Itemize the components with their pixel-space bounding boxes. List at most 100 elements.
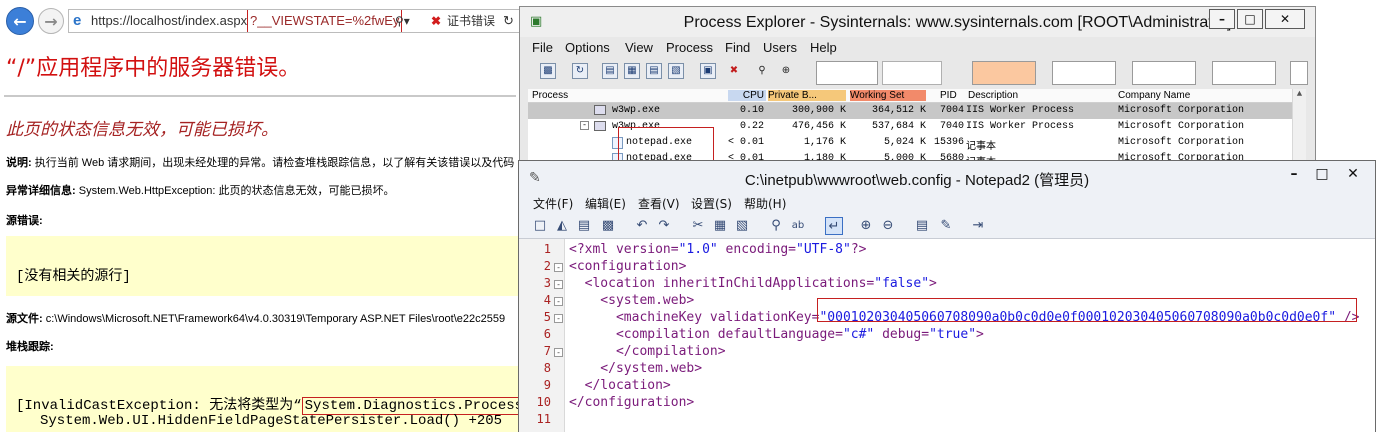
replace-icon[interactable]: ab — [789, 217, 807, 235]
menu-help[interactable]: 帮助(H) — [744, 195, 786, 212]
description-line: 说明: 执行当前 Web 请求期间，出现未经处理的异常。请检查堆栈跟踪信息，以了… — [6, 154, 514, 170]
collapse-icon[interactable]: - — [580, 121, 589, 130]
col-company[interactable]: Company Name — [1118, 90, 1190, 101]
process-working-set: 364,512 K — [871, 105, 926, 116]
new-file-icon[interactable]: □ — [531, 217, 549, 235]
menu-view[interactable]: 查看(V) — [638, 195, 680, 212]
fold-toggle-icon[interactable]: - — [554, 297, 563, 306]
menu-edit[interactable]: 编辑(E) — [585, 195, 626, 212]
minimize-button[interactable]: – — [1209, 9, 1235, 29]
line-number: 4 — [543, 293, 551, 307]
io-graph[interactable] — [1052, 61, 1116, 85]
forward-button[interactable]: → — [38, 8, 64, 34]
scheme-icon[interactable]: ▤ — [913, 217, 931, 235]
cpu-graph[interactable] — [816, 61, 878, 85]
show-window-icon[interactable]: ▤ — [646, 63, 662, 79]
address-bar[interactable]: e https://localhost/index.aspx ?__VIEWST… — [68, 9, 520, 33]
kill-process-icon[interactable]: ✖ — [726, 63, 742, 79]
process-description: IIS Worker Process — [966, 121, 1075, 132]
menu-view[interactable]: View — [625, 40, 653, 55]
refresh-icon[interactable]: ↻ — [572, 63, 588, 79]
browse-icon[interactable]: ▤ — [575, 217, 593, 235]
physical-memory-graph[interactable] — [972, 61, 1036, 85]
toolbar: □ ◭ ▤ ▩ ↶ ↷ ✂ ▦ ▧ ⚲ ab ↵ ⊕ ⊖ ▤ ✎ ⇥ — [519, 213, 1375, 239]
divider — [4, 95, 516, 97]
redo-icon[interactable]: ↷ — [655, 217, 673, 235]
close-button[interactable]: ✕ — [1337, 165, 1369, 185]
network-graph[interactable] — [1132, 61, 1196, 85]
word-wrap-icon[interactable]: ↵ — [825, 217, 843, 235]
menu-find[interactable]: Find — [725, 40, 750, 55]
target-icon[interactable]: ⊕ — [778, 63, 794, 79]
cert-error-icon[interactable]: ✖ — [431, 10, 441, 32]
fold-toggle-icon[interactable]: - — [554, 348, 563, 357]
process-private-bytes: 300,900 K — [791, 105, 846, 116]
title-bar[interactable]: ✎ C:\inetpub\wwwroot\web.config - Notepa… — [519, 161, 1375, 193]
menu-file[interactable]: File — [532, 40, 553, 55]
cut-icon[interactable]: ✂ — [689, 217, 707, 235]
zoom-out-icon[interactable]: ⊖ — [879, 217, 897, 235]
code-editor[interactable]: 1 2-3-4-5-6 7-8 9 10 11 <?xml version="1.0" e… — [519, 239, 1375, 432]
maximize-button[interactable]: □ — [1237, 9, 1263, 29]
cert-error-label[interactable]: 证书错误 — [447, 10, 495, 32]
process-private-bytes: 476,456 K — [791, 121, 846, 132]
maximize-button[interactable]: □ — [1309, 165, 1335, 185]
open-folder-icon[interactable]: ◭ — [553, 217, 571, 235]
menu-options[interactable]: Options — [565, 40, 610, 55]
scroll-up-icon[interactable]: ▲ — [1297, 89, 1302, 99]
menu-file[interactable]: 文件(F) — [533, 195, 573, 212]
gpu-graph[interactable] — [1290, 61, 1308, 85]
back-button[interactable]: ← — [6, 7, 34, 35]
close-icon: ✕ — [1347, 166, 1359, 182]
code-line: <?xml version="1.0" encoding="UTF-8"?> — [569, 242, 867, 257]
stack-trace-box: [InvalidCastException: 无法将类型为“ System.Dia… — [6, 366, 518, 432]
vertical-scrollbar[interactable]: ▲ — [1292, 89, 1306, 167]
close-button[interactable]: ✕ — [1265, 9, 1305, 29]
undo-icon[interactable]: ↶ — [633, 217, 651, 235]
code-line: <compilation defaultLanguage="c#" debug=… — [569, 327, 984, 342]
table-row[interactable]: w3wp.exe 0.10 300,900 K 364,512 K 7004 I… — [528, 103, 1306, 119]
exit-icon[interactable]: ⇥ — [969, 217, 987, 235]
url-base-text: https://localhost/index.aspx — [91, 13, 248, 28]
system-info-icon[interactable]: ▤ — [602, 63, 618, 79]
zoom-in-icon[interactable]: ⊕ — [857, 217, 875, 235]
dll-view-icon[interactable]: ▧ — [668, 63, 684, 79]
line-number: 6 — [543, 327, 551, 341]
find-icon[interactable]: ⚲ — [754, 63, 770, 79]
menu-users[interactable]: Users — [763, 40, 797, 55]
find-icon[interactable]: ⚲ — [767, 217, 785, 235]
col-description[interactable]: Description — [968, 90, 1018, 101]
process-table: Process CPU Private B... Working Set PID… — [528, 89, 1306, 167]
fold-toggle-icon[interactable]: - — [554, 263, 563, 272]
search-dropdown-icon[interactable]: ⚲▾ — [395, 10, 410, 32]
process-icon — [594, 121, 606, 131]
menu-help[interactable]: Help — [810, 40, 837, 55]
col-private-bytes[interactable]: Private B... — [768, 90, 846, 101]
error-title: “/”应用程序中的服务器错误。 — [6, 56, 301, 81]
col-process[interactable]: Process — [532, 90, 568, 101]
handles-icon[interactable]: ▣ — [700, 63, 716, 79]
fold-toggle-icon[interactable]: - — [554, 280, 563, 289]
col-working-set[interactable]: Working Set — [850, 90, 926, 101]
disk-graph[interactable] — [1212, 61, 1276, 85]
save-icon[interactable]: ▩ — [540, 63, 556, 79]
minimize-icon: – — [1290, 166, 1298, 182]
error-subtitle: 此页的状态信息无效，可能已损坏。 — [6, 120, 278, 140]
properties-icon[interactable]: ▦ — [624, 63, 640, 79]
menu-settings[interactable]: 设置(S) — [691, 195, 732, 212]
col-cpu[interactable]: CPU — [728, 90, 766, 101]
minimize-button[interactable]: – — [1281, 165, 1307, 185]
customize-icon[interactable]: ✎ — [937, 217, 955, 235]
fold-toggle-icon[interactable]: - — [554, 314, 563, 323]
process-company: Microsoft Corporation — [1118, 121, 1245, 132]
menu-process[interactable]: Process — [666, 40, 713, 55]
process-company: Microsoft Corporation — [1118, 137, 1245, 148]
copy-icon[interactable]: ▦ — [711, 217, 729, 235]
refresh-icon[interactable]: ↻ — [503, 10, 514, 32]
save-icon[interactable]: ▩ — [599, 217, 617, 235]
commit-graph[interactable] — [882, 61, 942, 85]
col-pid[interactable]: PID — [940, 90, 957, 101]
paste-icon[interactable]: ▧ — [733, 217, 751, 235]
title-bar[interactable]: ▣ Process Explorer - Sysinternals: www.s… — [520, 7, 1315, 37]
maximize-icon: □ — [1315, 166, 1329, 182]
